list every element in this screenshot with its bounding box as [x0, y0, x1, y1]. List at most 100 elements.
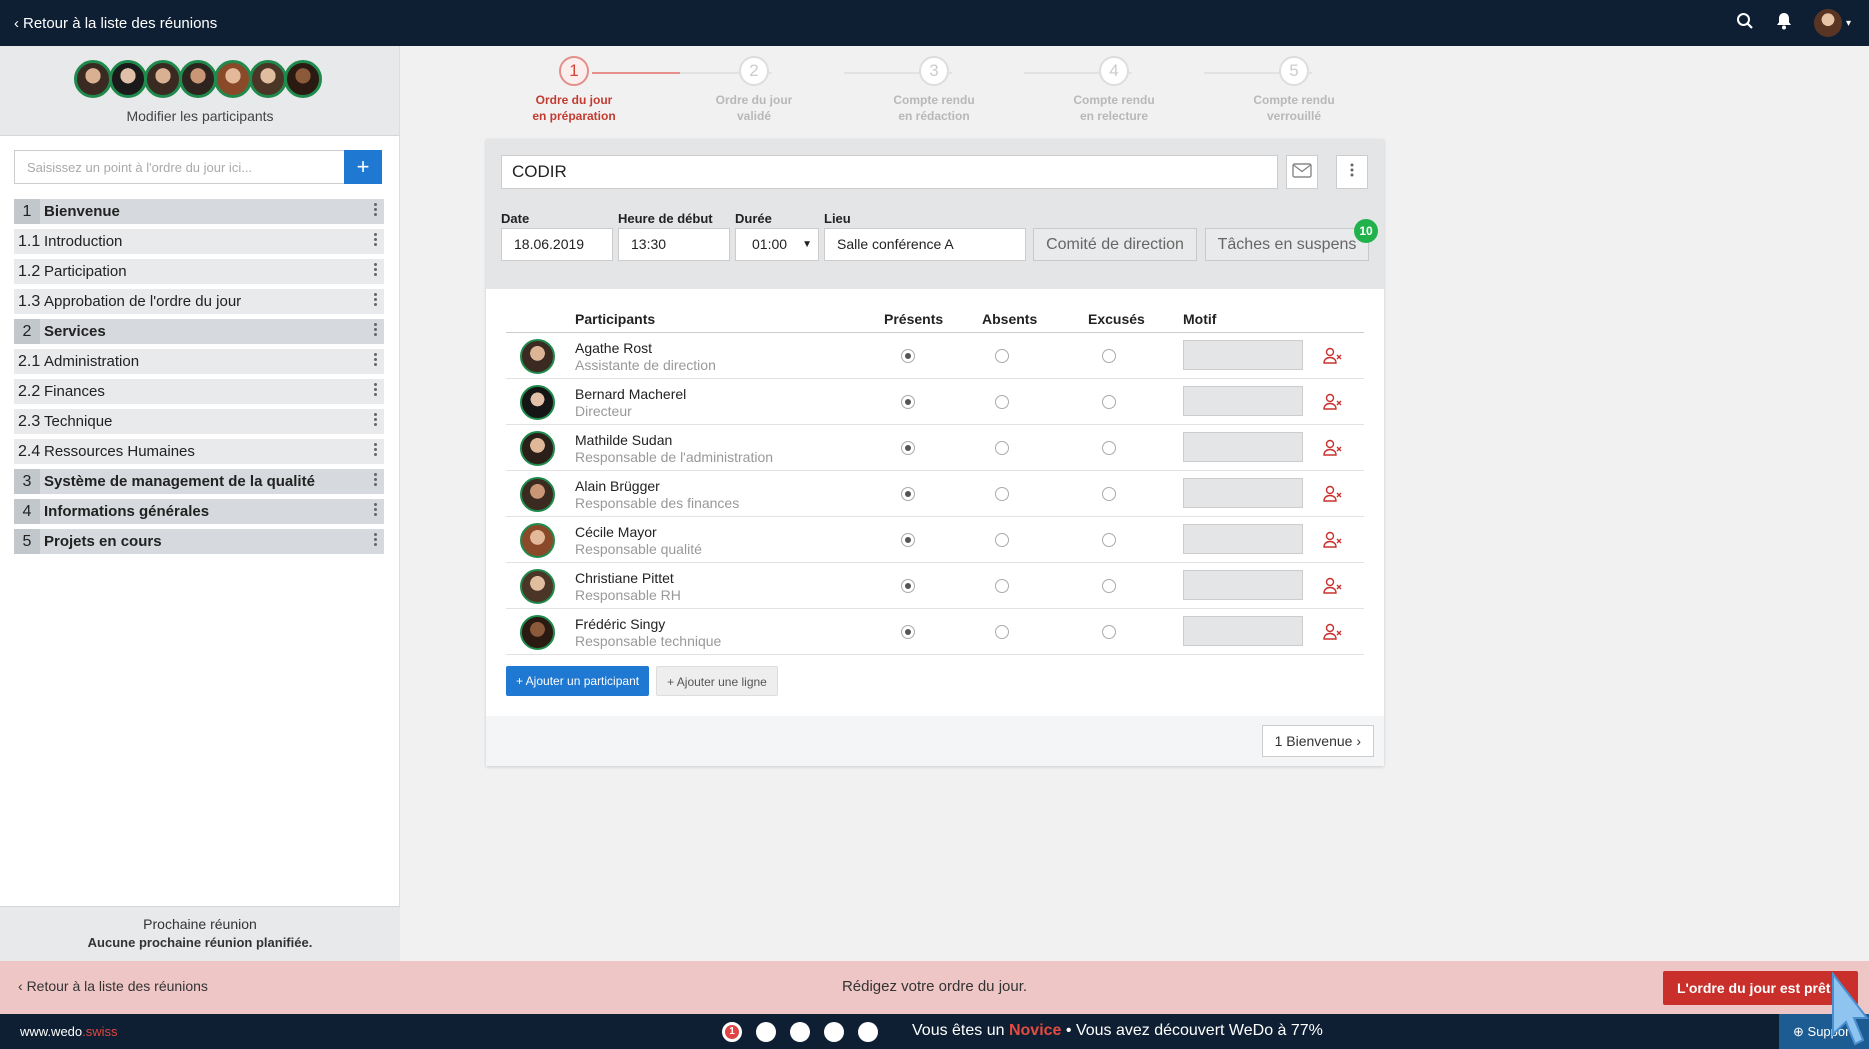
more-vertical-icon[interactable] [374, 473, 378, 488]
committee-button[interactable]: Comité de direction [1033, 228, 1197, 261]
progress-dot[interactable] [722, 1022, 742, 1042]
bottom-back-link[interactable]: ‹ Retour à la liste des réunions [18, 978, 208, 994]
more-vertical-icon[interactable] [374, 203, 378, 218]
remove-user-icon[interactable] [1323, 439, 1343, 457]
agenda-item[interactable]: 1.1 Introduction [14, 229, 384, 254]
agenda-item[interactable]: 1.2 Participation [14, 259, 384, 284]
step-1[interactable]: 1 Ordre du jour en préparation [504, 56, 644, 124]
duration-select[interactable]: 01:00 ▼ [735, 228, 819, 261]
reason-input[interactable] [1183, 432, 1303, 462]
remove-user-icon[interactable] [1323, 623, 1343, 641]
absent-radio[interactable] [995, 533, 1009, 547]
place-field[interactable]: Salle conférence A [824, 228, 1026, 261]
bell-icon[interactable] [1776, 12, 1792, 34]
progress-dot[interactable] [790, 1022, 810, 1042]
more-vertical-icon[interactable] [374, 443, 378, 458]
excused-radio[interactable] [1102, 395, 1116, 409]
present-radio[interactable] [901, 441, 915, 455]
reason-input[interactable] [1183, 524, 1303, 554]
back-to-meetings-link[interactable]: ‹ Retour à la liste des réunions [14, 15, 217, 32]
avatar [520, 477, 555, 512]
progress-dot[interactable] [824, 1022, 844, 1042]
user-menu[interactable]: ▾ [1813, 9, 1851, 37]
reason-input[interactable] [1183, 616, 1303, 646]
excused-radio[interactable] [1102, 441, 1116, 455]
excused-radio[interactable] [1102, 579, 1116, 593]
remove-user-icon[interactable] [1323, 485, 1343, 503]
present-radio[interactable] [901, 395, 915, 409]
step-number: 3 [919, 56, 949, 86]
excused-radio[interactable] [1102, 487, 1116, 501]
step-number: 4 [1099, 56, 1129, 86]
table-header: Participants Présents Absents Excusés Mo… [506, 307, 1364, 333]
present-radio[interactable] [901, 349, 915, 363]
more-vertical-icon[interactable] [374, 233, 378, 248]
step-2[interactable]: 2 Ordre du jour validé [684, 56, 824, 124]
remove-user-icon[interactable] [1323, 347, 1343, 365]
next-agenda-item-button[interactable]: 1 Bienvenue › [1261, 725, 1374, 757]
step-3[interactable]: 3 Compte rendu en rédaction [864, 56, 1004, 124]
more-vertical-icon[interactable] [374, 323, 378, 338]
excused-radio[interactable] [1102, 349, 1116, 363]
present-radio[interactable] [901, 579, 915, 593]
more-vertical-icon[interactable] [374, 413, 378, 428]
more-options-button[interactable] [1336, 155, 1368, 189]
more-vertical-icon[interactable] [374, 353, 378, 368]
agenda-item[interactable]: 5 Projets en cours [14, 529, 384, 554]
modify-participants-link[interactable]: Modifier les participants [0, 108, 400, 124]
agenda-item[interactable]: 2.1 Administration [14, 349, 384, 374]
agenda-item-number: 4 [14, 499, 40, 524]
start-time-field[interactable]: 13:30 [618, 228, 730, 261]
agenda-item[interactable]: 2 Services [14, 319, 384, 344]
agenda-item[interactable]: 2.4 Ressources Humaines [14, 439, 384, 464]
more-vertical-icon[interactable] [374, 503, 378, 518]
agenda-item[interactable]: 2.2 Finances [14, 379, 384, 404]
avatar [520, 615, 555, 650]
search-icon[interactable] [1736, 12, 1754, 34]
date-field[interactable]: 18.06.2019 [501, 228, 613, 261]
agenda-item[interactable]: 2.3 Technique [14, 409, 384, 434]
step-5[interactable]: 5 Compte rendu verrouillé [1224, 56, 1364, 124]
agenda-ready-button[interactable]: L'ordre du jour est prêt [1663, 971, 1858, 1005]
excused-radio[interactable] [1102, 625, 1116, 639]
reason-input[interactable] [1183, 478, 1303, 508]
remove-user-icon[interactable] [1323, 577, 1343, 595]
absent-radio[interactable] [995, 349, 1009, 363]
remove-user-icon[interactable] [1323, 531, 1343, 549]
absent-radio[interactable] [995, 625, 1009, 639]
send-email-button[interactable] [1286, 155, 1318, 189]
meeting-title-input[interactable]: CODIR [501, 155, 1278, 189]
participant-avatars[interactable] [74, 60, 322, 98]
reason-input[interactable] [1183, 386, 1303, 416]
caret-down-icon: ▼ [802, 239, 812, 250]
agenda-item[interactable]: 3 Système de management de la qualité [14, 469, 384, 494]
more-vertical-icon[interactable] [374, 263, 378, 278]
agenda-item[interactable]: 4 Informations générales [14, 499, 384, 524]
reason-input[interactable] [1183, 570, 1303, 600]
present-radio[interactable] [901, 625, 915, 639]
add-line-button[interactable]: + Ajouter une ligne [656, 666, 778, 696]
add-participant-button[interactable]: + Ajouter un participant [506, 666, 650, 696]
more-vertical-icon[interactable] [374, 383, 378, 398]
reason-input[interactable] [1183, 340, 1303, 370]
excused-radio[interactable] [1102, 533, 1116, 547]
absent-radio[interactable] [995, 441, 1009, 455]
agenda-item[interactable]: 1 Bienvenue [14, 199, 384, 224]
present-radio[interactable] [901, 487, 915, 501]
progress-dot[interactable] [756, 1022, 776, 1042]
agenda-item-input[interactable] [14, 150, 344, 184]
brand-logo[interactable]: www.wedo.swiss [20, 1024, 118, 1039]
agenda-item[interactable]: 1.3 Approbation de l'ordre du jour [14, 289, 384, 314]
progress-dot[interactable] [858, 1022, 878, 1042]
remove-user-icon[interactable] [1323, 393, 1343, 411]
step-4[interactable]: 4 Compte rendu en relecture [1044, 56, 1184, 124]
absent-radio[interactable] [995, 487, 1009, 501]
add-agenda-item-button[interactable]: + [344, 150, 382, 184]
more-vertical-icon[interactable] [374, 293, 378, 308]
absent-radio[interactable] [995, 579, 1009, 593]
more-vertical-icon[interactable] [374, 533, 378, 548]
pending-tasks-button[interactable]: Tâches en suspens [1205, 228, 1369, 261]
absent-radio[interactable] [995, 395, 1009, 409]
present-radio[interactable] [901, 533, 915, 547]
avatar [179, 60, 217, 98]
